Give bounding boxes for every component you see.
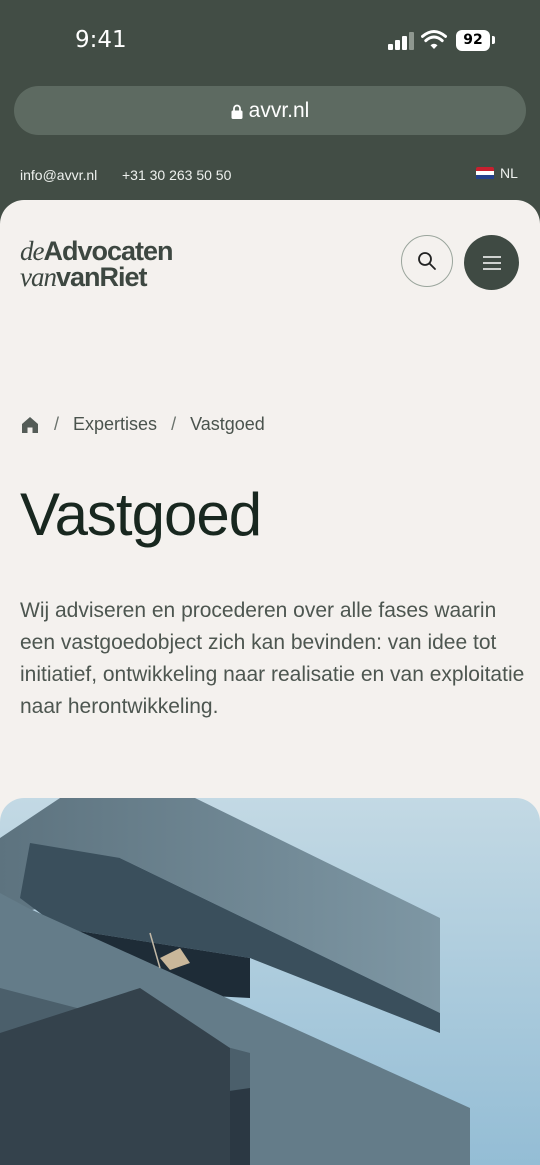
logo-line-2: vanvanRiet (20, 262, 173, 292)
url-text: avvr.nl (248, 98, 310, 122)
email-link[interactable]: info@avvr.nl (20, 167, 97, 183)
lock-icon (231, 104, 243, 119)
contact-topline: info@avvr.nl +31 30 263 50 50 NL (0, 160, 540, 188)
menu-button[interactable] (464, 235, 519, 290)
wifi-icon (421, 30, 447, 49)
logo-vanriet: vanRiet (55, 262, 148, 292)
breadcrumb-current: Vastgoed (190, 414, 265, 434)
battery-tip (492, 36, 495, 44)
search-icon (418, 252, 436, 270)
logo-line-1: deAdvocaten (20, 238, 174, 265)
page-content: deAdvocaten vanvanRiet / Expertises / Va… (0, 200, 540, 1165)
breadcrumb: / Expertises / Vastgoed (20, 414, 265, 435)
netherlands-flag-icon (476, 166, 494, 180)
battery-icon: 92 (456, 30, 490, 51)
breadcrumb-separator: / (54, 414, 60, 434)
logo-van: van (20, 262, 57, 292)
hamburger-menu-icon (482, 255, 501, 270)
status-bar: 9:41 92 (0, 0, 540, 80)
phone-link[interactable]: +31 30 263 50 50 (122, 167, 231, 183)
site-logo[interactable]: deAdvocaten vanvanRiet (20, 238, 174, 292)
building-photo (0, 798, 540, 1165)
intro-text: Wij adviseren en procederen over alle fa… (20, 599, 525, 718)
language-label: NL (500, 165, 518, 181)
cellular-signal-icon (388, 32, 414, 50)
status-time: 9:41 (75, 27, 127, 53)
home-icon[interactable] (20, 415, 40, 435)
page-title: Vastgoed (20, 481, 262, 548)
hero-image (0, 798, 540, 1165)
browser-url-bar[interactable]: avvr.nl (14, 86, 526, 135)
breadcrumb-expertises[interactable]: Expertises (73, 414, 157, 435)
search-button[interactable] (401, 235, 453, 287)
language-switcher[interactable]: NL (476, 165, 518, 181)
breadcrumb-separator: / (171, 414, 177, 434)
